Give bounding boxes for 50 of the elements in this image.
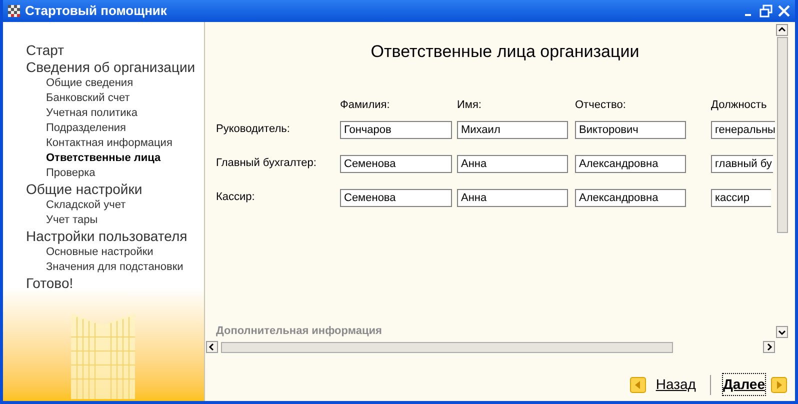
section-heading: Дополнительная информация [216,324,382,338]
nav-item[interactable]: Складской учет [26,198,204,213]
nav-item[interactable]: Подразделения [26,121,204,136]
input-field[interactable]: Анна [457,154,568,172]
scroll-down-icon[interactable] [776,326,788,338]
row-label: Главный бухгалтер: [216,156,318,172]
nav-section[interactable]: Общие настройки [26,181,204,198]
input-field[interactable]: кассир [711,188,771,206]
nav-item[interactable]: Банковский счет [26,91,204,106]
input-field[interactable]: Анна [457,188,568,206]
nav-item[interactable]: Основные настройки [26,245,204,260]
scrollbar-thumb[interactable] [221,342,673,352]
column-header: Фамилия: [340,98,391,112]
nav-item[interactable]: Ответственные лица [26,151,204,166]
input-field[interactable]: Викторович [575,120,686,138]
nav-item[interactable]: Проверка [26,166,204,181]
input-field[interactable]: генеральны [711,120,775,138]
restore-icon[interactable] [759,4,773,18]
nav-item[interactable]: Значения для подстановки [26,260,204,275]
scroll-left-icon[interactable] [206,341,218,353]
column-header: Должность [711,98,768,112]
next-link[interactable]: Далее [722,374,765,395]
nav-item[interactable]: Учет тары [26,213,204,228]
input-field[interactable]: Михаил [457,120,568,138]
input-field[interactable]: главный бу [711,154,773,172]
scroll-right-icon[interactable] [763,341,775,353]
nav-item[interactable]: Учетная политика [26,106,204,121]
nav-section[interactable]: Готово! [26,275,204,292]
input-field[interactable]: Семенова [340,188,452,206]
column-header: Имя: [457,98,482,112]
horizontal-scrollbar[interactable] [205,340,775,354]
scroll-up-icon[interactable] [776,24,788,36]
input-field[interactable]: Александровна [575,188,686,206]
window-title: Стартовый помощник [25,2,167,20]
row-label: Руководитель: [216,122,291,138]
nav-section[interactable]: Старт [26,42,204,59]
scrollbar-thumb[interactable] [776,37,788,233]
input-field[interactable]: Гончаров [340,120,452,138]
input-field[interactable]: Семенова [340,154,452,172]
nav-section[interactable]: Сведения об организации [26,59,204,76]
checkered-flag-icon [7,4,21,18]
row-label: Кассир: [216,190,256,206]
back-link[interactable]: Назад [656,374,696,395]
page-heading: Ответственные лица организации [370,41,640,63]
column-header: Отчество: [575,98,627,112]
nav-item[interactable]: Общие сведения [26,76,204,91]
nav-section[interactable]: Настройки пользователя [26,228,204,245]
close-icon[interactable] [777,4,791,18]
nav-item[interactable]: Контактная информация [26,136,204,151]
input-field[interactable]: Александровна [575,154,686,172]
